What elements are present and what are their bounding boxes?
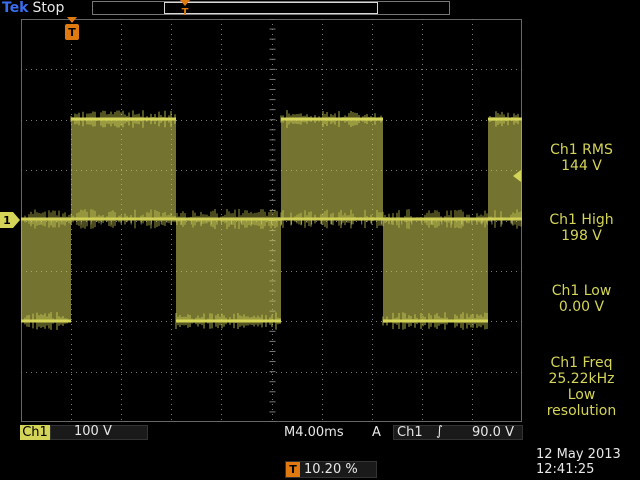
measurement-low[interactable]: Ch1 Low 0.00 V (523, 283, 640, 315)
measurement-high[interactable]: Ch1 High 198 V (523, 212, 640, 244)
svg-text:T: T (182, 7, 189, 16)
trace-pulse-fill (488, 119, 522, 219)
trigger-mode: A (372, 425, 381, 440)
channel-1-trace (21, 110, 522, 330)
brand-and-status: Tek Stop (2, 0, 64, 16)
timebase-readout[interactable]: M4.00ms (284, 426, 344, 440)
measurement-rms-label: Ch1 RMS (550, 142, 613, 158)
measurement-high-label: Ch1 High (549, 212, 614, 228)
waveform-display[interactable] (21, 19, 522, 422)
trace-pulse-fill (21, 219, 71, 321)
date-readout: 12 May 2013 (536, 447, 621, 462)
trace-pulse-fill (281, 119, 383, 219)
measurement-freq[interactable]: Ch1 Freq 25.22kHz Low resolution (523, 355, 640, 419)
measurement-freq-label: Ch1 Freq (550, 355, 613, 371)
measurement-freq-note: Low resolution (546, 387, 617, 419)
trace-pulse-fill (383, 219, 488, 321)
trace-noise (382, 312, 488, 330)
trigger-source: Ch1 (397, 425, 423, 440)
trigger-position-marker: T (65, 17, 79, 40)
time-readout: 12:41:25 (536, 462, 595, 477)
trigger-level: 90.0 V (472, 425, 514, 440)
trace-pulse-fill (71, 119, 176, 219)
trigger-point-icon: T (180, 0, 190, 16)
volts-per-div: 100 V (74, 424, 112, 439)
trigger-position-label: T (68, 26, 76, 39)
acquisition-state[interactable]: Stop (33, 0, 65, 16)
measurement-low-value: 0.00 V (558, 299, 605, 315)
brand-logo: Tek (2, 0, 29, 16)
record-view-window[interactable] (164, 2, 378, 14)
trace-pulse-fill (176, 219, 281, 321)
trigger-slope-icon: ∫ (436, 424, 443, 439)
waveform-svg (21, 19, 522, 422)
measurement-high-value: 198 V (561, 228, 602, 244)
measurement-low-label: Ch1 Low (551, 283, 612, 299)
horizontal-position-badge: T (286, 462, 300, 477)
measurement-freq-value: 25.22kHz (548, 371, 615, 387)
measurement-rms-value: 144 V (561, 158, 602, 174)
channel-1-badge[interactable]: Ch1 (20, 425, 50, 440)
channel-1-ground-marker[interactable]: 1 (0, 212, 20, 228)
channel-1-marker-label: 1 (3, 214, 11, 227)
trigger-level-marker[interactable] (511, 170, 521, 182)
horizontal-position: 10.20 % (304, 462, 358, 477)
measurement-rms[interactable]: Ch1 RMS 144 V (523, 142, 640, 174)
